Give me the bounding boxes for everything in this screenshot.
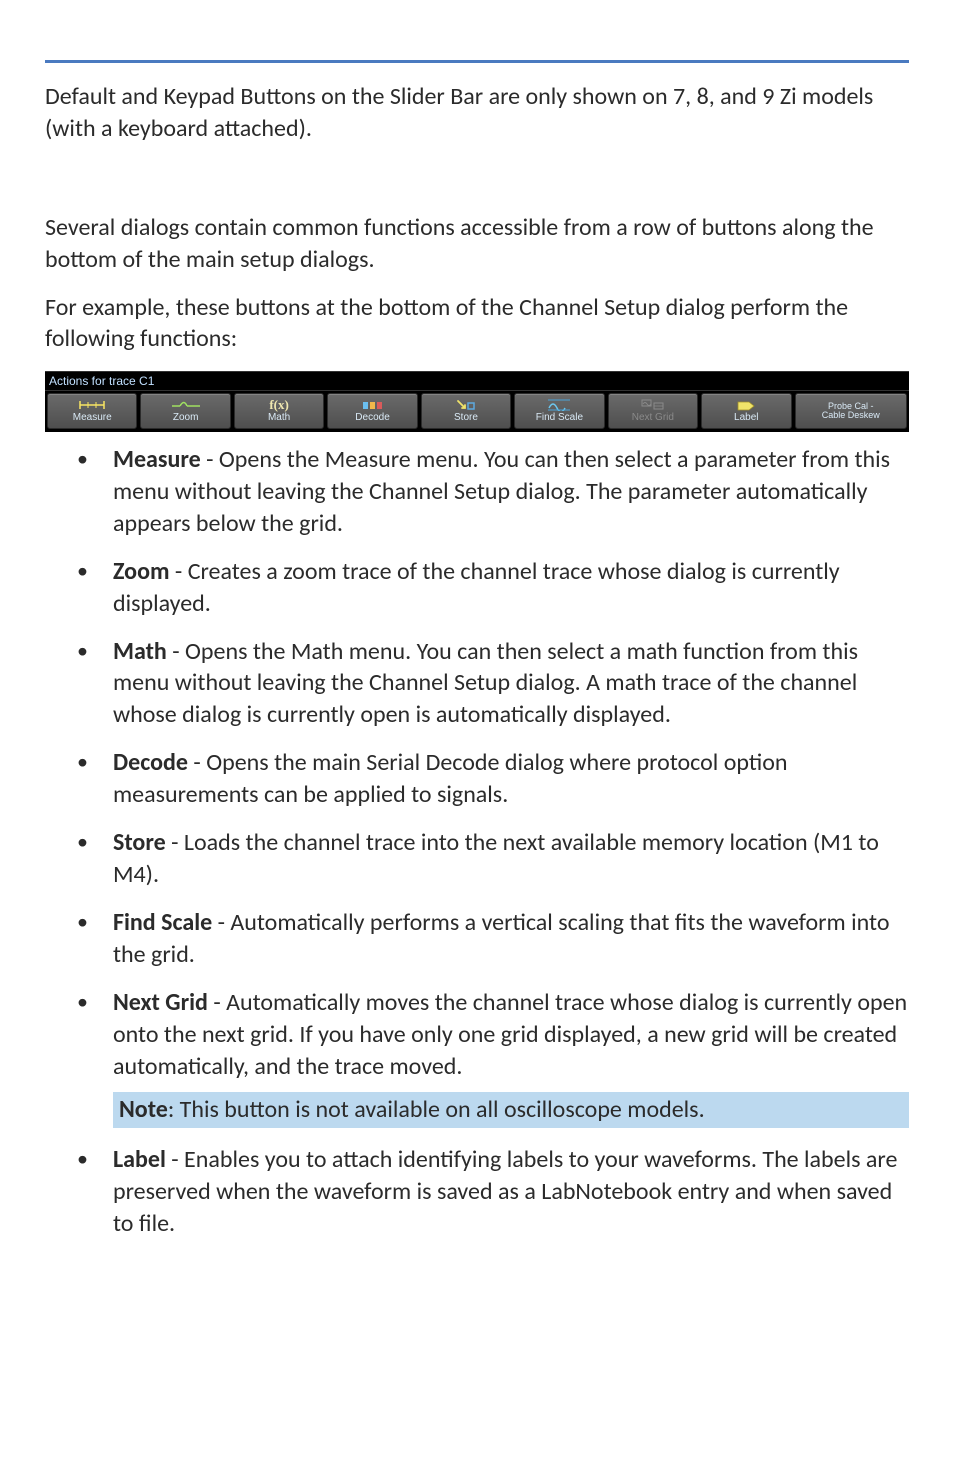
paragraph-3: For example, these buttons at the bottom… [45,292,909,355]
item-find-scale-text: - Automatically performs a vertical scal… [113,908,889,969]
item-find-scale-title: Find Scale [113,908,212,937]
note-text: : This button is not available on all os… [168,1095,705,1124]
function-list: Measure - Opens the Measure menu. You ca… [45,444,909,1240]
item-math-text: - Opens the Math menu. You can then sele… [113,637,858,730]
measure-icon [78,398,106,412]
probe-cal-button[interactable]: Probe Cal - Cable Deskew [795,393,908,429]
next-grid-button[interactable]: Next Grid [608,393,698,429]
next-grid-icon [639,398,667,412]
item-math-title: Math [113,637,167,666]
item-math: Math - Opens the Math menu. You can then… [113,636,909,732]
horizontal-divider [45,60,909,63]
item-next-grid-title: Next Grid [113,988,208,1017]
store-label: Store [454,413,478,424]
math-fx-icon: f(x) [265,398,293,412]
math-label: Math [268,413,290,424]
store-button[interactable]: Store [421,393,511,429]
item-measure-text: - Opens the Measure menu. You can then s… [113,445,890,538]
note-box: Note: This button is not available on al… [113,1092,909,1128]
probe-cal-line2: Cable Deskew [822,411,880,420]
label-button[interactable]: Label [701,393,791,429]
intro-paragraph: Default and Keypad Buttons on the Slider… [45,81,909,144]
item-decode: Decode - Opens the main Serial Decode di… [113,747,909,811]
item-zoom-title: Zoom [113,557,170,586]
zoom-icon [172,398,200,412]
item-zoom: Zoom - Creates a zoom trace of the chann… [113,556,909,620]
measure-label: Measure [73,413,112,424]
item-label-text: - Enables you to attach identifying labe… [113,1145,897,1238]
item-store-text: - Loads the channel trace into the next … [113,828,879,889]
store-icon [452,398,480,412]
item-measure: Measure - Opens the Measure menu. You ca… [113,444,909,540]
label-icon [732,398,760,412]
item-zoom-text: - Creates a zoom trace of the channel tr… [113,557,840,618]
toolbar-screenshot: Actions for trace C1 Measure Zoom f(x) M… [45,371,909,432]
item-find-scale: Find Scale - Automatically performs a ve… [113,907,909,971]
item-store-title: Store [113,828,166,857]
decode-icon [359,398,387,412]
item-next-grid-text: - Automatically moves the channel trace … [113,988,907,1081]
find-scale-button[interactable]: Find Scale [514,393,604,429]
item-label-title: Label [113,1145,166,1174]
item-measure-title: Measure [113,445,201,474]
paragraph-2: Several dialogs contain common functions… [45,212,909,275]
zoom-label: Zoom [173,413,199,424]
item-decode-text: - Opens the main Serial Decode dialog wh… [113,748,788,809]
item-next-grid: Next Grid - Automatically moves the chan… [113,987,909,1129]
decode-label: Decode [355,413,389,424]
toolbar-buttons-row: Measure Zoom f(x) Math Decode [45,391,909,432]
next-grid-label: Next Grid [632,413,674,424]
label-btn-label: Label [734,413,758,424]
math-button[interactable]: f(x) Math [234,393,324,429]
item-decode-title: Decode [113,748,188,777]
item-store: Store - Loads the channel trace into the… [113,827,909,891]
zoom-button[interactable]: Zoom [140,393,230,429]
find-scale-label: Find Scale [536,413,583,424]
note-title: Note [119,1095,168,1124]
item-label: Label - Enables you to attach identifyin… [113,1144,909,1240]
decode-button[interactable]: Decode [327,393,417,429]
measure-button[interactable]: Measure [47,393,137,429]
toolbar-title: Actions for trace C1 [45,371,909,391]
find-scale-icon [545,398,573,412]
